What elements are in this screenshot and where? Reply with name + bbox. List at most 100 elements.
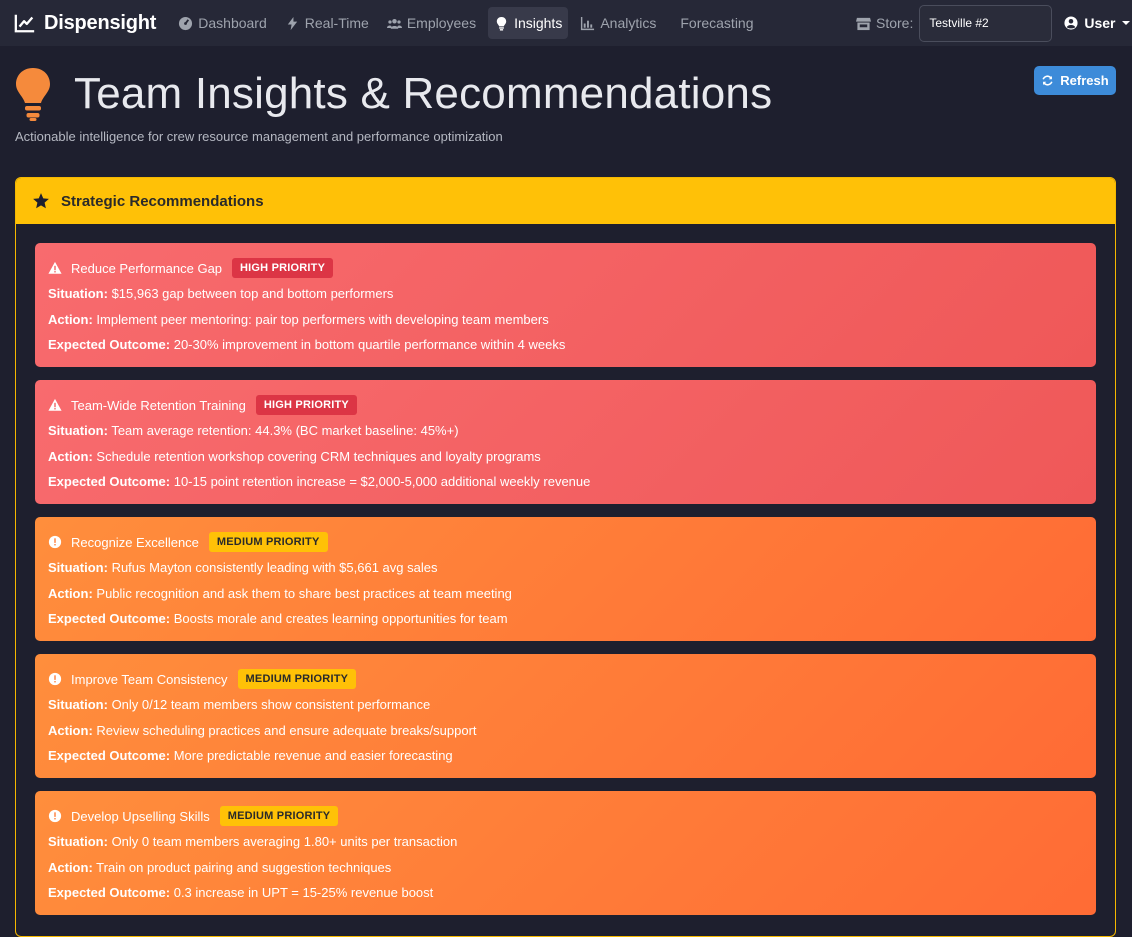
outcome-line: Expected Outcome: 20-30% improvement in … (48, 337, 1083, 356)
outcome-line: Expected Outcome: 10-15 point retention … (48, 474, 1083, 493)
exclamation-circle-icon (48, 809, 62, 823)
situation-label: Situation: (48, 423, 108, 438)
action-label: Action: (48, 859, 93, 875)
action-label: Action: (48, 311, 93, 327)
outcome-text: 0.3 increase in UPT = 15-25% revenue boo… (173, 885, 434, 900)
user-circle-icon (1064, 16, 1078, 30)
store-input-value: Testville #2 (929, 16, 989, 30)
situation-label: Situation: (48, 286, 108, 301)
recommendation-item: Develop Upselling Skills MEDIUM PRIORITY… (35, 791, 1096, 915)
warning-icon (48, 398, 62, 411)
action-label: Action: (48, 585, 93, 601)
outcome-text: Boosts morale and creates learning oppor… (173, 611, 508, 626)
action-line: Action: Review scheduling practices and … (48, 723, 1083, 742)
store-label-text: Store: (876, 15, 914, 31)
outcome-text: 10-15 point retention increase = $2,000-… (173, 474, 591, 489)
outcome-line: Expected Outcome: Boosts morale and crea… (48, 611, 1083, 630)
chevron-down-icon (1121, 21, 1130, 25)
action-text: Review scheduling practices and ensure a… (96, 722, 477, 738)
situation-label: Situation: (48, 560, 108, 575)
outcome-line: Expected Outcome: 0.3 increase in UPT = … (48, 885, 1083, 904)
nav-employees[interactable]: Employees (381, 7, 482, 39)
situation-text: Rufus Mayton consistently leading with $… (111, 560, 438, 575)
recommendation-item: Team-Wide Retention Training HIGH PRIORI… (35, 380, 1096, 504)
situation-text: Only 0 team members averaging 1.80+ unit… (111, 834, 458, 849)
outcome-label: Expected Outcome: (48, 885, 171, 900)
brand[interactable]: Dispensight (14, 12, 156, 35)
action-text: Train on product pairing and suggestion … (96, 859, 392, 875)
situation-text: $15,963 gap between top and bottom perfo… (111, 286, 394, 301)
exclamation-circle-icon (48, 535, 62, 549)
priority-badge: HIGH PRIORITY (255, 395, 357, 415)
outcome-line: Expected Outcome: More predictable reven… (48, 748, 1083, 767)
action-line: Action: Schedule retention workshop cove… (48, 449, 1083, 468)
situation-line: Situation: $15,963 gap between top and b… (48, 286, 1083, 305)
store-icon (856, 17, 871, 30)
priority-badge: HIGH PRIORITY (232, 258, 334, 278)
recommendation-title: Develop Upselling Skills (71, 808, 210, 824)
refresh-icon (1042, 75, 1053, 86)
navbar: Dispensight Dashboard Real-Time Employee… (0, 0, 1132, 46)
recommendation-title: Reduce Performance Gap (71, 260, 223, 276)
refresh-label: Refresh (1060, 73, 1109, 88)
situation-text: Only 0/12 team members show consistent p… (111, 697, 431, 712)
user-menu-label: User (1084, 15, 1116, 31)
page-header: Team Insights & Recommendations (14, 66, 772, 122)
nav-dashboard-label: Dashboard (198, 15, 267, 31)
action-text: Implement peer mentoring: pair top perfo… (96, 311, 549, 327)
strategic-recommendations-card: Strategic Recommendations Reduce Perform… (15, 177, 1116, 937)
nav-real-time-label: Real-Time (304, 15, 369, 31)
page-title: Team Insights & Recommendations (74, 69, 773, 118)
action-text: Schedule retention workshop covering CRM… (96, 448, 541, 464)
nav-insights[interactable]: Insights (488, 7, 569, 39)
outcome-label: Expected Outcome: (48, 337, 171, 352)
chart-line-icon (14, 14, 35, 33)
nav-dashboard[interactable]: Dashboard (172, 7, 273, 39)
nav-employees-label: Employees (406, 15, 477, 31)
action-line: Action: Train on product pairing and sug… (48, 860, 1083, 879)
chart-bar-icon (581, 16, 595, 30)
action-label: Action: (48, 722, 93, 738)
action-label: Action: (48, 448, 93, 464)
users-icon (386, 18, 402, 29)
store-input[interactable]: Testville #2 (919, 4, 1053, 42)
bolt-icon (287, 16, 297, 30)
warning-icon (48, 261, 62, 274)
priority-badge: MEDIUM PRIORITY (237, 669, 357, 689)
store-label: Store: (856, 15, 913, 31)
star-icon (33, 193, 49, 209)
recommendation-item: Reduce Performance Gap HIGH PRIORITY Sit… (35, 243, 1096, 367)
nav-analytics-label: Analytics (600, 15, 657, 31)
outcome-label: Expected Outcome: (48, 474, 171, 489)
lightbulb-icon (16, 68, 50, 121)
card-body: Reduce Performance Gap HIGH PRIORITY Sit… (16, 224, 1115, 936)
exclamation-circle-icon (48, 672, 62, 686)
nav-forecasting-label: Forecasting (680, 15, 754, 31)
card-title: Strategic Recommendations (61, 192, 264, 210)
brand-name: Dispensight (44, 11, 157, 34)
recommendation-item: Recognize Excellence MEDIUM PRIORITY Sit… (35, 517, 1096, 641)
outcome-label: Expected Outcome: (48, 748, 171, 763)
situation-line: Situation: Only 0/12 team members show c… (48, 697, 1083, 716)
recommendation-title: Recognize Excellence (71, 534, 199, 550)
nav-right: Store: Testville #2 User (856, 0, 1130, 46)
situation-label: Situation: (48, 697, 108, 712)
recommendation-title: Team-Wide Retention Training (71, 397, 246, 413)
refresh-button[interactable]: Refresh (1034, 66, 1116, 95)
action-text: Public recognition and ask them to share… (96, 585, 512, 601)
user-menu[interactable]: User (1064, 15, 1130, 31)
outcome-text: 20-30% improvement in bottom quartile pe… (173, 337, 566, 352)
situation-line: Situation: Only 0 team members averaging… (48, 834, 1083, 853)
nav-insights-label: Insights (514, 15, 563, 31)
nav-forecasting[interactable]: Forecasting (674, 7, 759, 39)
recommendation-title: Improve Team Consistency (71, 671, 228, 687)
nav-real-time[interactable]: Real-Time (279, 7, 375, 39)
outcome-text: More predictable revenue and easier fore… (173, 748, 453, 763)
lightbulb-icon (496, 16, 507, 31)
nav-analytics[interactable]: Analytics (574, 7, 662, 39)
card-header: Strategic Recommendations (16, 178, 1115, 224)
priority-badge: MEDIUM PRIORITY (219, 806, 339, 826)
situation-text: Team average retention: 44.3% (BC market… (111, 423, 459, 438)
page-subtitle: Actionable intelligence for crew resourc… (15, 129, 503, 144)
action-line: Action: Implement peer mentoring: pair t… (48, 312, 1083, 331)
